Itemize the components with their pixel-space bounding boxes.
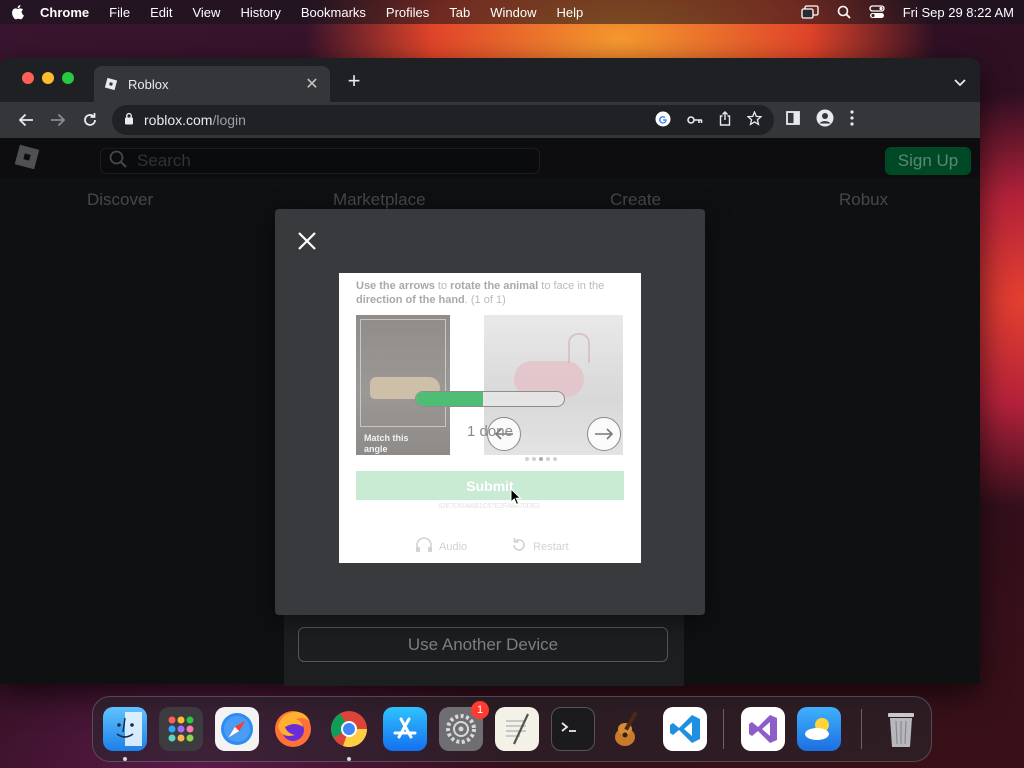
dock-separator bbox=[861, 709, 862, 749]
finder-icon[interactable] bbox=[103, 707, 147, 751]
tab-close-icon[interactable]: ✕ bbox=[304, 74, 320, 94]
instr-direction: direction of the hand bbox=[356, 294, 465, 306]
rotate-right-button[interactable] bbox=[587, 417, 621, 451]
tab-strip: Roblox ✕ + bbox=[0, 58, 980, 102]
firefox-icon[interactable] bbox=[271, 707, 315, 751]
launchpad-icon[interactable] bbox=[159, 707, 203, 751]
mouse-cursor-icon bbox=[510, 487, 522, 511]
step-dot-active bbox=[539, 457, 543, 461]
reference-label: Match this angle bbox=[364, 433, 409, 454]
instr-rotate: rotate the animal bbox=[450, 280, 539, 292]
menu-file[interactable]: File bbox=[109, 5, 130, 20]
captcha-frame: Use the arrows to rotate the animal to f… bbox=[339, 273, 641, 563]
system-settings-icon[interactable]: 1 bbox=[439, 701, 489, 751]
submit-button[interactable]: Submit bbox=[356, 471, 624, 500]
url-host: roblox.com bbox=[144, 112, 213, 128]
url-path: /login bbox=[212, 112, 246, 128]
close-icon[interactable] bbox=[295, 229, 319, 253]
menu-view[interactable]: View bbox=[192, 5, 220, 20]
menu-edit[interactable]: Edit bbox=[150, 5, 172, 20]
garageband-icon[interactable] bbox=[607, 707, 651, 751]
vscode-icon[interactable] bbox=[663, 707, 707, 751]
headphones-icon bbox=[415, 537, 433, 556]
dock: 1 bbox=[92, 696, 932, 762]
captcha-instructions: Use the arrows to rotate the animal to f… bbox=[356, 279, 626, 307]
zoom-window-button[interactable] bbox=[62, 72, 74, 84]
google-lens-icon[interactable] bbox=[655, 111, 671, 130]
step-dot bbox=[532, 457, 536, 461]
share-icon[interactable] bbox=[719, 111, 731, 129]
progress-bar bbox=[415, 391, 565, 407]
close-window-button[interactable] bbox=[22, 72, 34, 84]
spotlight-search-icon[interactable] bbox=[837, 5, 851, 19]
trash-icon[interactable] bbox=[879, 707, 923, 751]
menu-app-name[interactable]: Chrome bbox=[40, 5, 89, 20]
reference-hand-image: Match this angle bbox=[356, 315, 450, 455]
menu-tab[interactable]: Tab bbox=[449, 5, 470, 20]
roblox-favicon-icon bbox=[104, 77, 118, 91]
chrome-running-dot bbox=[347, 757, 351, 761]
step-dot bbox=[553, 457, 557, 461]
use-another-device-button[interactable]: Use Another Device bbox=[298, 627, 668, 662]
more-menu-icon[interactable] bbox=[850, 109, 854, 131]
progress-text: 1 done bbox=[467, 423, 513, 440]
restart-button[interactable]: Restart bbox=[511, 537, 569, 556]
session-id: 62E7D504AB1C57E2FA8A70DE3 bbox=[438, 503, 540, 510]
tab-search-chevron-icon[interactable] bbox=[954, 74, 966, 92]
tab-roblox[interactable]: Roblox ✕ bbox=[94, 66, 330, 102]
tab-title: Roblox bbox=[128, 76, 169, 92]
progress-track bbox=[415, 391, 565, 407]
dock-separator bbox=[723, 709, 724, 749]
window-controls bbox=[22, 72, 74, 84]
forward-icon[interactable] bbox=[42, 106, 74, 134]
restart-icon bbox=[511, 537, 527, 556]
step-indicator bbox=[525, 457, 557, 461]
menubar: Chrome File Edit View History Bookmarks … bbox=[0, 0, 1024, 24]
minimize-window-button[interactable] bbox=[42, 72, 54, 84]
audio-button[interactable]: Audio bbox=[415, 537, 467, 556]
finder-running-dot bbox=[123, 757, 127, 761]
back-icon[interactable] bbox=[10, 106, 42, 134]
step-dot bbox=[525, 457, 529, 461]
audio-label: Audio bbox=[439, 540, 468, 553]
menu-window[interactable]: Window bbox=[490, 5, 536, 20]
screen-mirroring-icon[interactable] bbox=[801, 5, 819, 19]
captcha-footer: Audio Restart bbox=[415, 537, 569, 556]
control-center-icon[interactable] bbox=[869, 5, 885, 19]
reference-frame bbox=[360, 319, 446, 427]
textedit-icon[interactable] bbox=[495, 707, 539, 751]
menu-help[interactable]: Help bbox=[557, 5, 584, 20]
menu-bookmarks[interactable]: Bookmarks bbox=[301, 5, 366, 20]
lock-icon[interactable] bbox=[124, 112, 134, 128]
bookmark-star-icon[interactable] bbox=[746, 110, 763, 129]
menu-history[interactable]: History bbox=[240, 5, 280, 20]
password-key-icon[interactable] bbox=[687, 112, 703, 128]
new-tab-button[interactable]: + bbox=[344, 70, 364, 92]
step-dot bbox=[546, 457, 550, 461]
reload-icon[interactable] bbox=[74, 106, 106, 134]
safari-icon[interactable] bbox=[215, 707, 259, 751]
menu-profiles[interactable]: Profiles bbox=[386, 5, 429, 20]
progress-fill bbox=[416, 392, 483, 406]
chrome-icon[interactable] bbox=[327, 707, 371, 751]
visual-studio-icon[interactable] bbox=[741, 707, 785, 751]
instr-face: to face in the bbox=[538, 280, 605, 292]
side-panel-icon[interactable] bbox=[786, 110, 800, 130]
antler-shape bbox=[568, 333, 590, 363]
instr-arrows: Use the arrows bbox=[356, 280, 435, 292]
address-bar[interactable]: roblox.com /login bbox=[112, 105, 774, 135]
weather-icon[interactable] bbox=[797, 707, 841, 751]
apple-icon[interactable] bbox=[10, 4, 24, 20]
app-store-icon[interactable] bbox=[383, 707, 427, 751]
menubar-clock[interactable]: Fri Sep 29 8:22 AM bbox=[903, 5, 1014, 20]
restart-label: Restart bbox=[533, 540, 569, 553]
instr-counter: . (1 of 1) bbox=[464, 294, 506, 306]
browser-toolbar: roblox.com /login bbox=[0, 102, 980, 138]
instr-to: to bbox=[434, 280, 451, 292]
terminal-icon[interactable] bbox=[551, 707, 595, 751]
notification-badge: 1 bbox=[471, 701, 489, 719]
profile-avatar-icon[interactable] bbox=[816, 109, 834, 132]
